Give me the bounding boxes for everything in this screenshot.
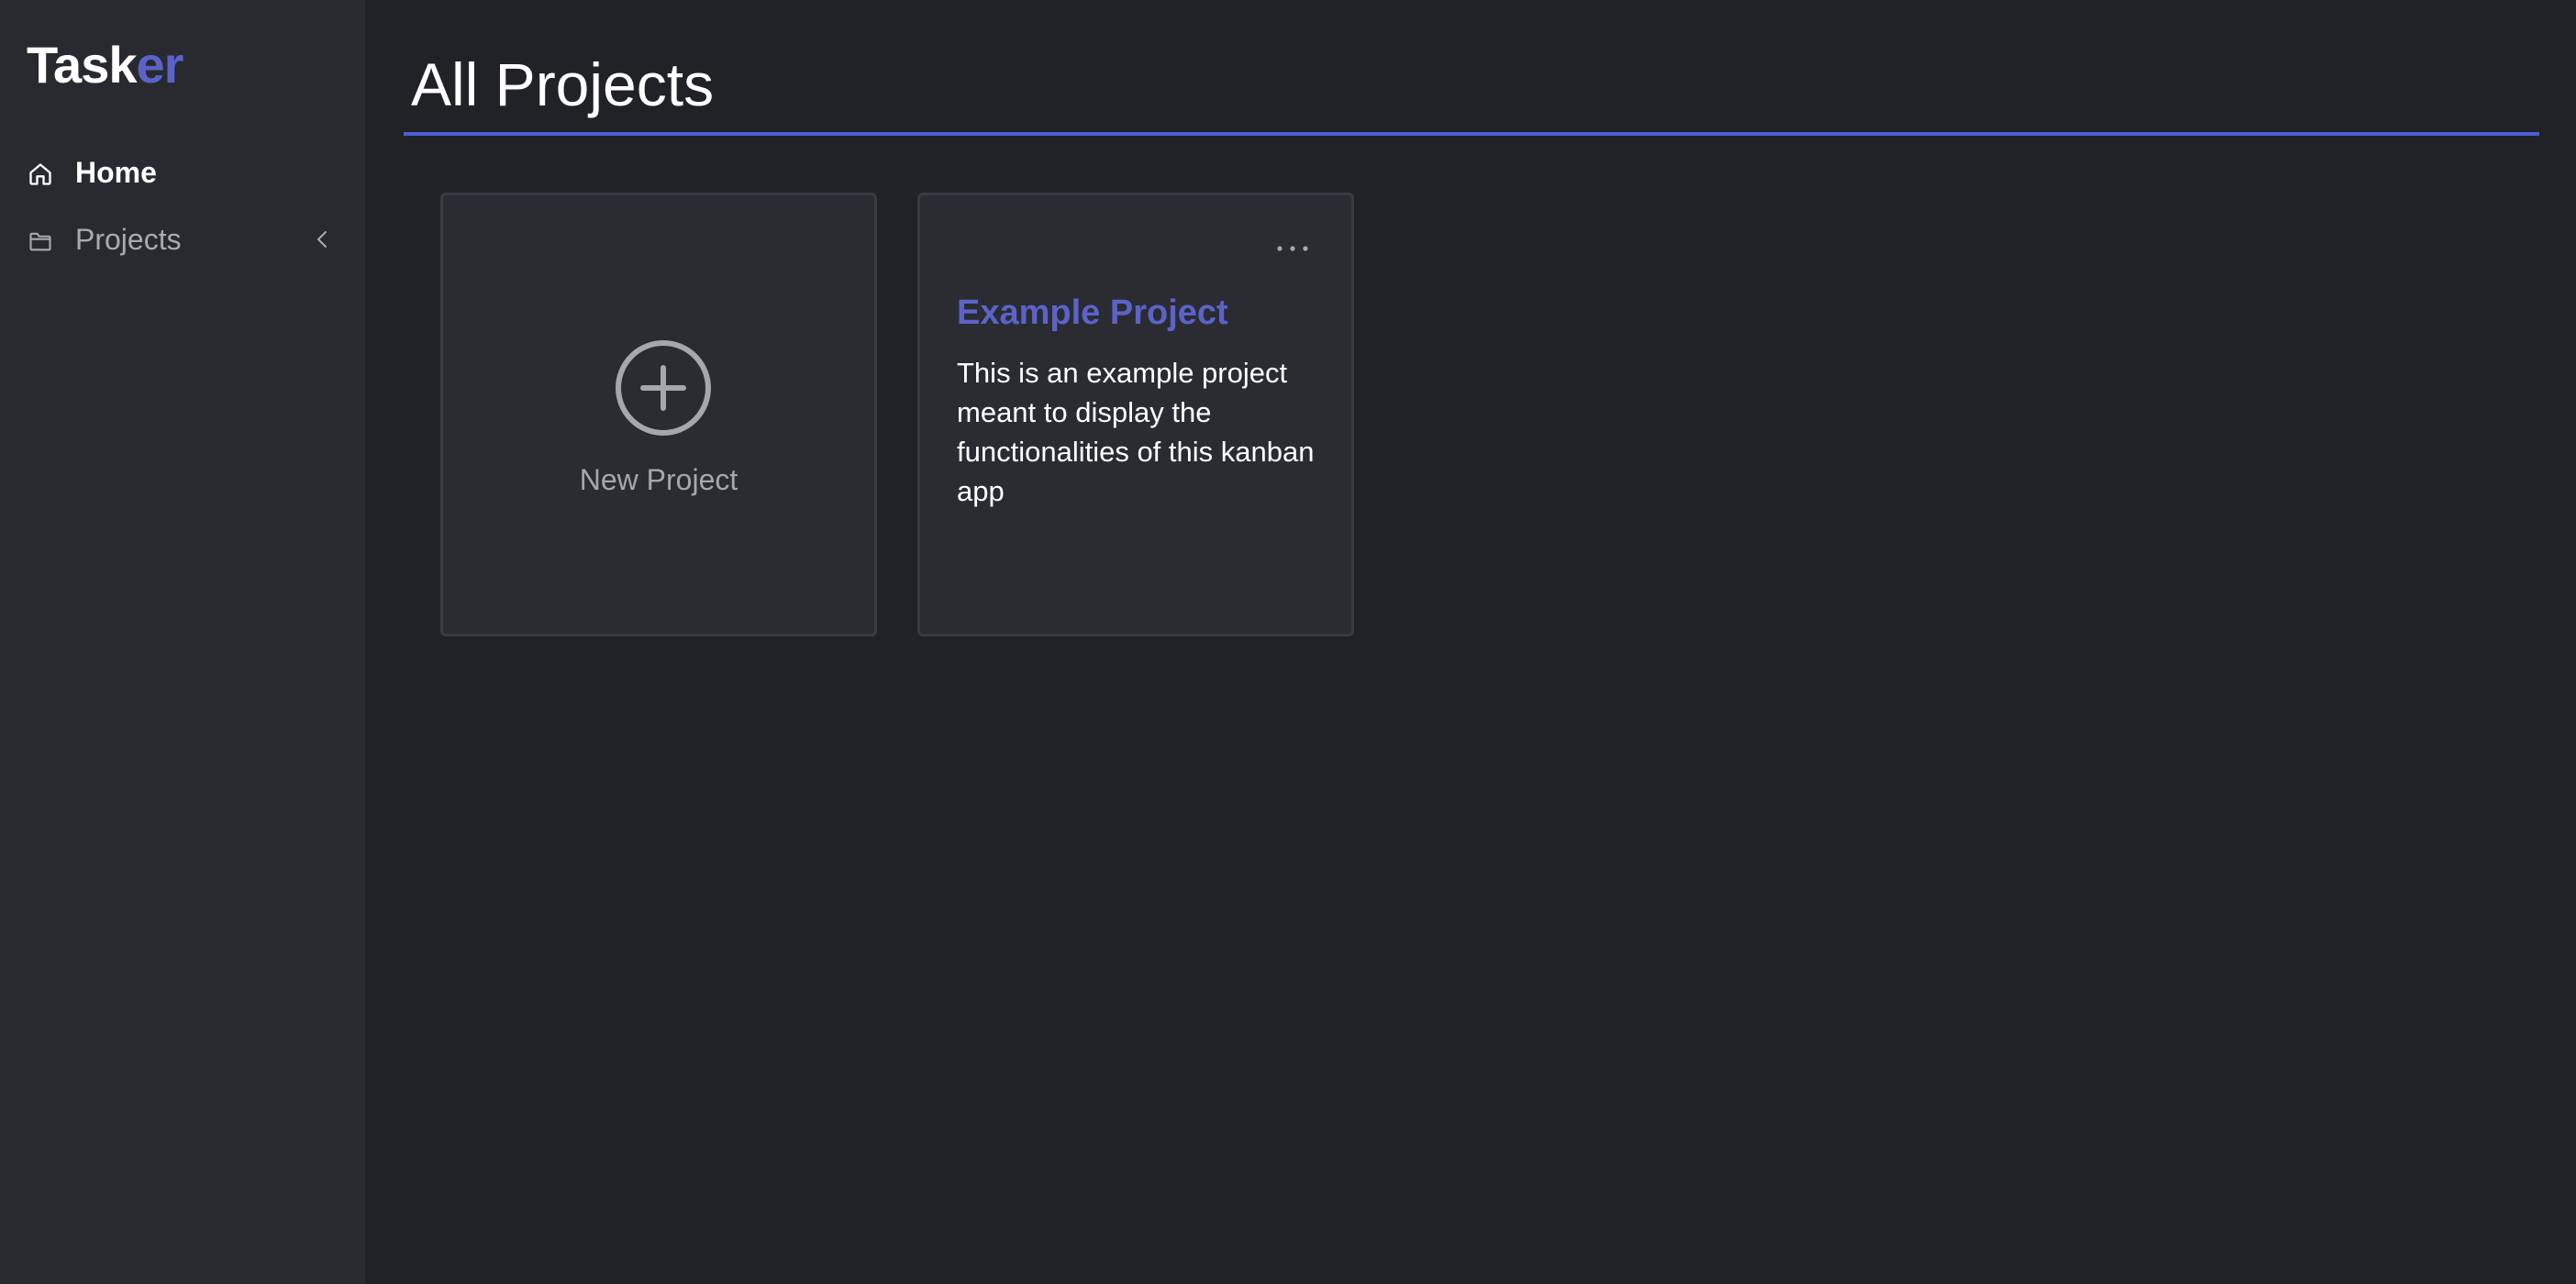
logo-text-primary: Task xyxy=(27,36,137,94)
sidebar-item-projects[interactable]: Projects xyxy=(0,210,365,269)
page-title: All Projects xyxy=(411,50,715,118)
project-card[interactable]: Example Project This is an example proje… xyxy=(917,193,1354,636)
app-root: Tasker Home Projects All Projects New Pr… xyxy=(0,0,2576,1284)
plus-circle-icon xyxy=(616,340,711,436)
sidebar: Tasker Home Projects xyxy=(0,0,365,1284)
new-project-label: New Project xyxy=(579,463,738,496)
sidebar-item-home[interactable]: Home xyxy=(0,143,365,202)
chevron-left-icon[interactable] xyxy=(312,228,334,250)
app-logo[interactable]: Tasker xyxy=(27,33,183,97)
project-description: This is an example project meant to disp… xyxy=(957,357,1315,507)
title-divider xyxy=(404,132,2539,136)
project-title[interactable]: Example Project xyxy=(957,291,1228,335)
logo-text-accent: er xyxy=(136,36,183,94)
more-horizontal-icon[interactable] xyxy=(1274,243,1311,254)
new-project-card[interactable]: New Project xyxy=(440,193,877,636)
main-content: All Projects New Project Example Project… xyxy=(365,0,2576,1284)
sidebar-item-label: Projects xyxy=(75,223,182,256)
home-icon xyxy=(29,163,51,185)
folder-icon xyxy=(29,232,51,251)
sidebar-item-label: Home xyxy=(75,156,157,189)
